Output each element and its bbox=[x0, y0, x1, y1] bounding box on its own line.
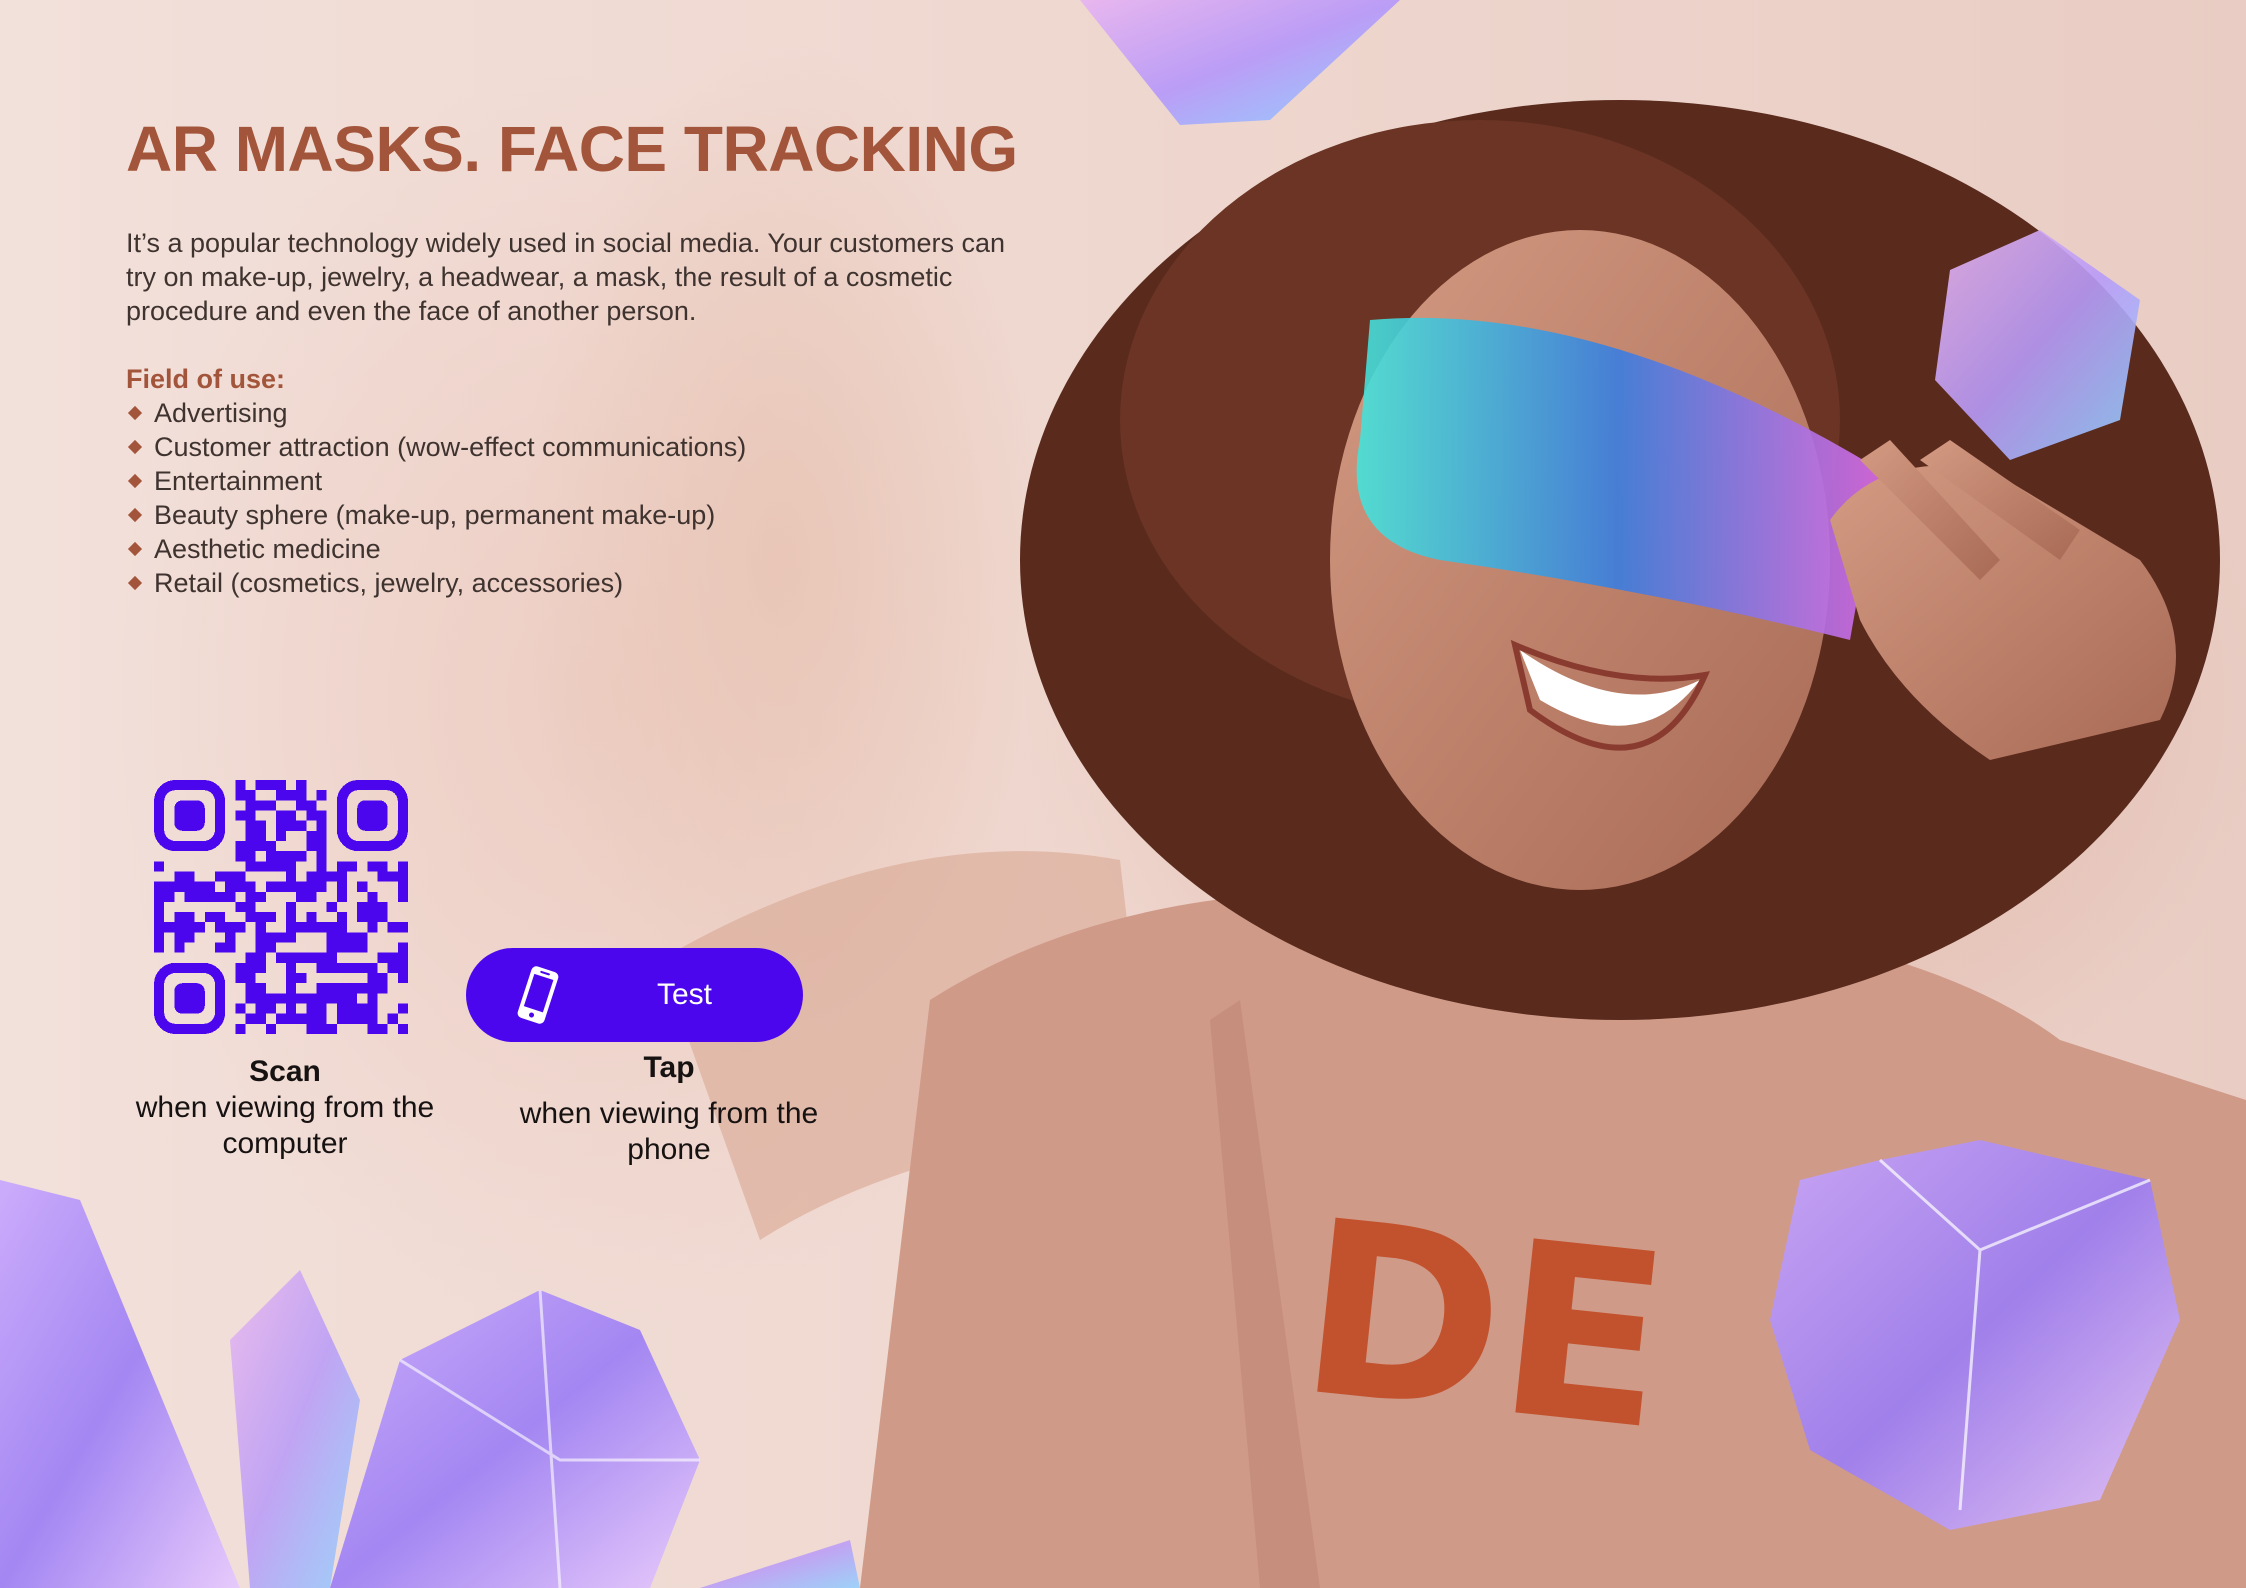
tap-sub: when viewing from the phone bbox=[519, 1097, 819, 1166]
diamond-bullet-icon bbox=[127, 473, 143, 489]
diamond-bullet-icon bbox=[127, 405, 143, 421]
svg-text:DE: DE bbox=[1289, 1167, 1679, 1483]
list-item-label: Beauty sphere (make-up, permanent make-u… bbox=[154, 500, 716, 530]
list-item: Beauty sphere (make-up, permanent make-u… bbox=[126, 498, 746, 532]
scan-label: Scan bbox=[249, 1055, 321, 1088]
tap-caption: Tap when viewing from the phone bbox=[506, 1050, 832, 1168]
test-button-label: Test bbox=[656, 978, 713, 1011]
phone-icon bbox=[517, 966, 559, 1024]
scan-sub: when viewing from the computer bbox=[135, 1091, 435, 1160]
test-button[interactable]: Test bbox=[466, 948, 803, 1042]
qr-code[interactable] bbox=[154, 780, 408, 1034]
tap-label: Tap bbox=[643, 1051, 695, 1084]
list-item-label: Retail (cosmetics, jewelry, accessories) bbox=[154, 568, 624, 598]
diamond-bullet-icon bbox=[127, 507, 143, 523]
list-item-label: Aesthetic medicine bbox=[154, 534, 381, 564]
diamond-bullet-icon bbox=[127, 575, 143, 591]
list-item: Customer attraction (wow-effect communic… bbox=[126, 430, 746, 464]
list-item: Entertainment bbox=[126, 464, 746, 498]
page-title: AR MASKS. FACE TRACKING bbox=[126, 113, 1018, 185]
field-of-use-heading: Field of use: bbox=[126, 364, 286, 394]
list-item: Retail (cosmetics, jewelry, accessories) bbox=[126, 566, 746, 600]
scan-caption: Scan when viewing from the computer bbox=[122, 1054, 448, 1162]
list-item: Aesthetic medicine bbox=[126, 532, 746, 566]
intro-text: It’s a popular technology widely used in… bbox=[126, 228, 1006, 326]
diamond-bullet-icon bbox=[127, 541, 143, 557]
list-item-label: Entertainment bbox=[154, 466, 323, 496]
slide: DE AR MASKS. FACE TRACKING It’s a popula… bbox=[0, 0, 2246, 1588]
diamond-bullet-icon bbox=[127, 439, 143, 455]
list-item-label: Advertising bbox=[154, 398, 288, 428]
field-of-use-list: Advertising Customer attraction (wow-eff… bbox=[126, 396, 746, 600]
list-item-label: Customer attraction (wow-effect communic… bbox=[154, 432, 747, 462]
list-item: Advertising bbox=[126, 396, 746, 430]
